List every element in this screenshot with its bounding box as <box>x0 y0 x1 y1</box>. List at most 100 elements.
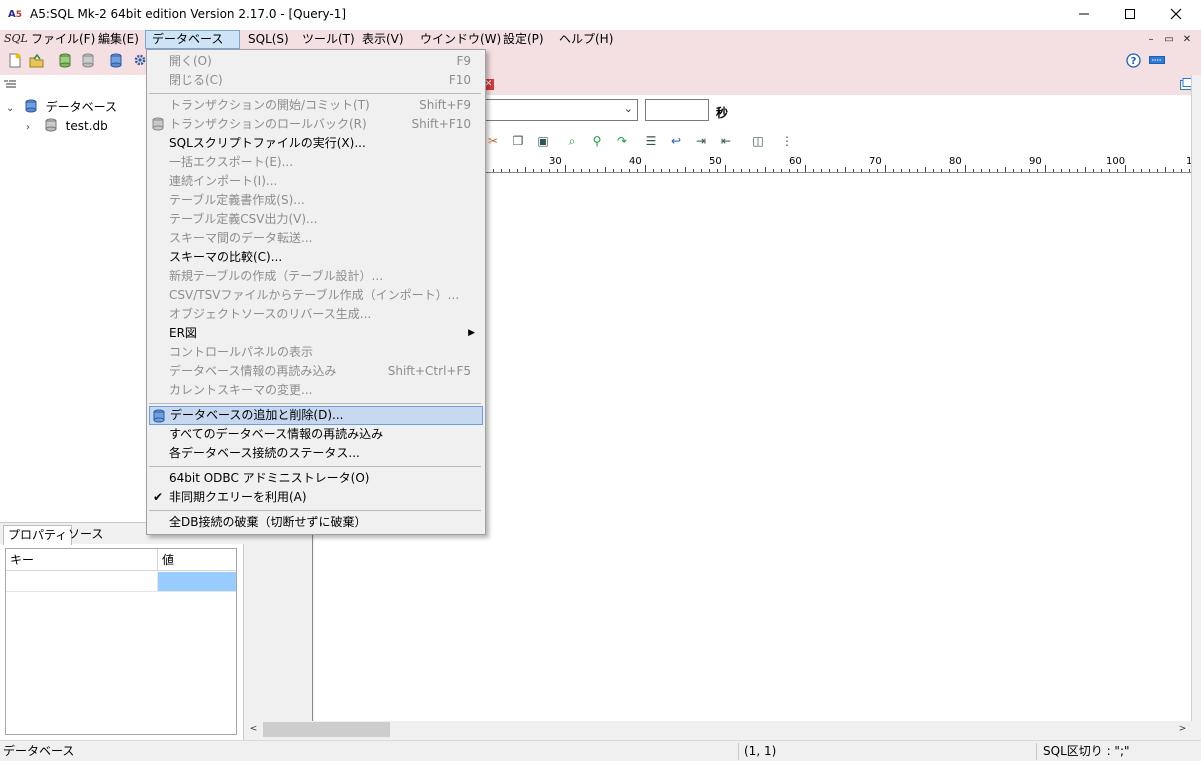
tree-node-test-db[interactable]: › test.db <box>26 117 108 135</box>
close-button[interactable] <box>1153 0 1199 30</box>
copy-icon[interactable]: ❐ <box>510 133 526 149</box>
scroll-left-icon[interactable]: < <box>245 722 262 737</box>
cut-icon[interactable]: ✂ <box>485 133 501 149</box>
connect-database-icon[interactable] <box>57 53 74 70</box>
ruler-tick <box>957 169 958 172</box>
menu-item-a[interactable]: ✔ 非同期クエリーを利用(A) <box>149 488 483 507</box>
menu-item-shortcut: F9 <box>456 54 471 68</box>
menu-sql[interactable]: SQL(S) <box>242 30 295 49</box>
menu-item-shortcut: Shift+F9 <box>419 98 471 112</box>
menu-tools[interactable]: ツール(T) <box>296 30 361 49</box>
menu-item-sql-x[interactable]: SQLスクリプトファイルの実行(X)... <box>149 134 483 153</box>
align-icon[interactable]: ☰ <box>643 133 659 149</box>
maximize-button[interactable] <box>1107 0 1153 30</box>
menu-item-db-16[interactable]: コントロールパネルの表示 <box>149 343 483 362</box>
menu-item-o[interactable]: 開く(O) F9 <box>149 52 483 71</box>
connection-select[interactable]: ⌄ <box>484 99 638 121</box>
menu-settings[interactable]: 設定(P) <box>497 30 550 49</box>
menu-item-e[interactable]: 一括エクスポート(E)... <box>149 153 483 172</box>
ruler-tick <box>637 169 638 172</box>
ruler-tick <box>973 169 974 172</box>
menu-item-t[interactable]: トランザクションの開始/コミット(T) Shift+F9 <box>149 96 483 115</box>
timeout-seconds-input[interactable] <box>645 99 709 121</box>
tree-toolbar-icon[interactable] <box>4 79 16 92</box>
ruler-tick <box>797 169 798 172</box>
help-icon[interactable]: ? <box>1125 53 1142 70</box>
menu-item-label: 全DB接続の破棄（切断せずに破棄） <box>169 515 367 529</box>
menu-item-db-17[interactable]: データベース情報の再読み込み Shift+Ctrl+F5 <box>149 362 483 381</box>
search-icon[interactable]: ⌕ <box>564 133 580 149</box>
ruler-tick <box>1157 169 1158 172</box>
tab-source[interactable]: ソース <box>64 525 107 545</box>
menu-item-c[interactable]: スキーマの比較(C)... <box>149 248 483 267</box>
ruler-tick <box>653 169 654 172</box>
vertical-scrollbar[interactable] <box>1191 75 1201 721</box>
menu-item-s[interactable]: テーブル定義書作成(S)... <box>149 191 483 210</box>
grid-cell-key[interactable] <box>6 572 158 592</box>
menu-item-64bit-odbc-o[interactable]: 64bit ODBC アドミニストレータ(O) <box>149 469 483 488</box>
menu-item-csv-tsv[interactable]: CSV/TSVファイルからテーブル作成（インポート）... <box>149 286 483 305</box>
ruler-tick <box>885 165 886 172</box>
ruler-tick <box>981 169 982 172</box>
menu-item-d[interactable]: データベースの追加と削除(D)... <box>149 406 483 425</box>
column-split-icon[interactable]: ◫ <box>750 133 766 149</box>
ruler-tick <box>837 169 838 172</box>
ruler-tick <box>597 169 598 172</box>
ruler-tick <box>1085 167 1086 172</box>
ruler-tick <box>685 167 686 172</box>
outdent-icon[interactable]: ⇤ <box>718 133 734 149</box>
mdi-restore-icon[interactable]: ▭ <box>1161 32 1177 47</box>
replace-icon[interactable]: ⚲ <box>589 133 605 149</box>
menu-item-csv-v[interactable]: テーブル定義CSV出力(V)... <box>149 210 483 229</box>
menu-item-db-14[interactable]: オブジェクトソースのリバース生成... <box>149 305 483 324</box>
new-file-icon[interactable] <box>6 53 23 70</box>
paste-icon[interactable]: ▣ <box>535 133 551 149</box>
ruler-tick <box>581 169 582 172</box>
ruler-tick <box>1173 169 1174 172</box>
menu-item-db-22[interactable]: 各データベース接続のステータス... <box>149 444 483 463</box>
horizontal-scrollbar[interactable]: < > <box>244 721 1191 738</box>
open-folder-icon[interactable] <box>28 53 45 70</box>
database-list-icon[interactable] <box>108 53 125 70</box>
ruler-tick <box>1125 165 1126 172</box>
menu-item-er[interactable]: ER図 ▶ <box>149 324 483 343</box>
sql-delimiter-status: SQL区切り : ";" <box>1043 744 1130 758</box>
ruler-tick <box>669 169 670 172</box>
keyboard-icon[interactable] <box>1148 53 1165 70</box>
grid-cell-value[interactable] <box>158 572 236 592</box>
menu-window[interactable]: ウインドウ(W) <box>414 30 507 49</box>
menu-item-r[interactable]: トランザクションのロールバック(R) Shift+F10 <box>149 115 483 134</box>
mdi-minimize-icon[interactable]: – <box>1143 32 1159 47</box>
ruler-label: 40 <box>629 156 642 167</box>
ruler-tick <box>861 169 862 172</box>
menu-edit[interactable]: 編集(E) <box>92 30 145 49</box>
menu-item-c[interactable]: 閉じる(C) F10 <box>149 71 483 90</box>
tree-format-icon[interactable]: ⋮ <box>779 133 795 149</box>
menu-item-db-12[interactable]: 新規テーブルの作成（テーブル設計）... <box>149 267 483 286</box>
tab-properties[interactable]: プロパティ <box>3 525 73 545</box>
menu-view[interactable]: 表示(V) <box>356 30 410 49</box>
jump-icon[interactable]: ↷ <box>614 133 630 149</box>
minimize-button[interactable] <box>1061 0 1107 30</box>
disconnect-database-icon[interactable] <box>80 53 97 70</box>
menu-item-label: コントロールパネルの表示 <box>169 345 314 359</box>
ruler-tick <box>965 165 966 172</box>
menu-item-label: CSV/TSVファイルからテーブル作成（インポート）... <box>169 288 460 302</box>
indent-icon[interactable]: ⇥ <box>693 133 709 149</box>
menu-item-label: スキーマ間のデータ転送... <box>169 231 313 245</box>
scrollbar-thumb[interactable] <box>263 722 390 737</box>
mdi-close-icon[interactable]: ✕ <box>1179 32 1195 47</box>
menu-item-i[interactable]: 連続インポート(I)... <box>149 172 483 191</box>
menu-item-db-18[interactable]: カレントスキーマの変更... <box>149 381 483 400</box>
chevron-right-icon[interactable]: › <box>26 119 38 137</box>
word-wrap-icon[interactable]: ↩ <box>668 133 684 149</box>
menu-item-db-21[interactable]: すべてのデータベース情報の再読み込み <box>149 425 483 444</box>
menu-database[interactable]: データベース(D) <box>145 30 240 63</box>
scroll-right-icon[interactable]: > <box>1174 722 1191 737</box>
menu-item-db[interactable]: 全DB接続の破棄（切断せずに破棄） <box>149 513 483 532</box>
menu-item-db-10[interactable]: スキーマ間のデータ転送... <box>149 229 483 248</box>
tree-node-databases[interactable]: ⌄ データベース <box>6 98 117 116</box>
chevron-down-icon[interactable]: ⌄ <box>6 100 18 118</box>
menu-file[interactable]: ファイル(F) <box>25 30 101 49</box>
menu-help[interactable]: ヘルプ(H) <box>553 30 619 49</box>
